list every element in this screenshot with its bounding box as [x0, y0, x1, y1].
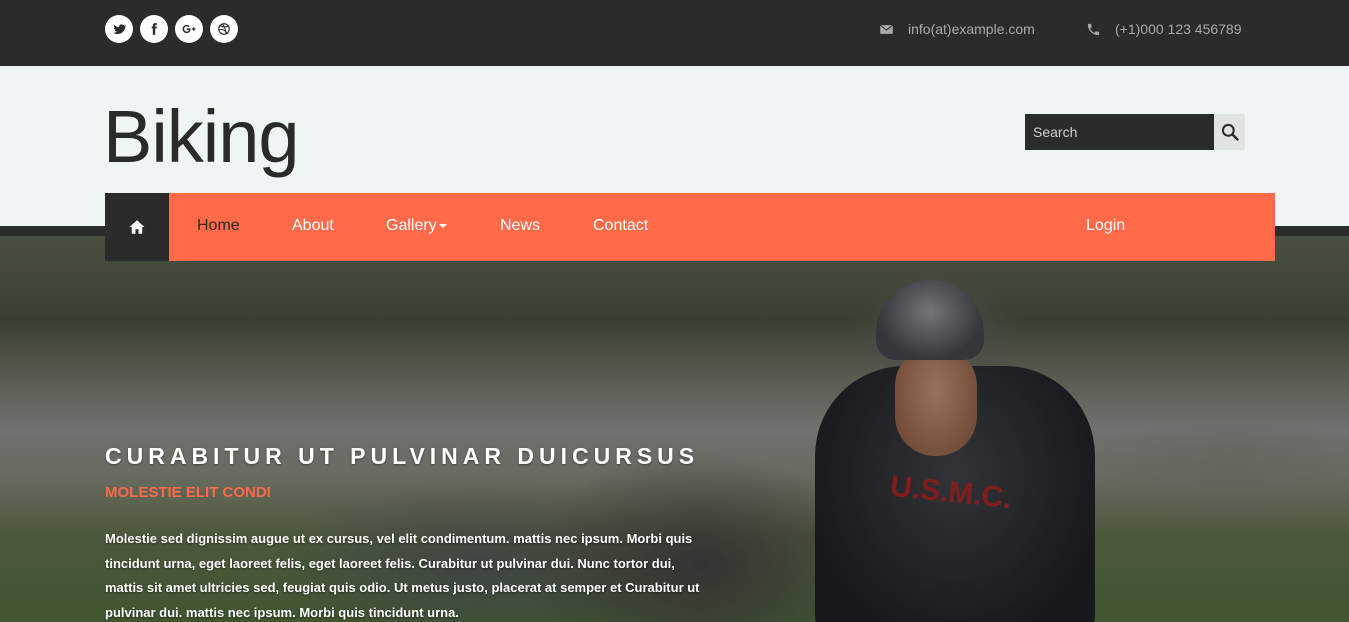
google-plus-icon [182, 24, 196, 34]
twitter-icon [113, 24, 126, 35]
main-nav: Home About Gallery News Contact Login [105, 193, 1275, 261]
caret-down-icon [438, 223, 447, 228]
nav-item-label: News [500, 217, 541, 234]
search-button[interactable] [1214, 114, 1245, 150]
home-icon [129, 220, 145, 234]
nav-item-gallery[interactable]: Gallery [386, 193, 447, 261]
home-button[interactable] [105, 193, 169, 261]
hero-content: CURABITUR UT PULVINAR DUICURSUS MOLESTIE… [105, 442, 725, 622]
nav-item-label: About [292, 217, 334, 234]
search-icon [1221, 123, 1239, 141]
login-label: Login [1086, 217, 1126, 234]
nav-item-news[interactable]: News [500, 193, 540, 261]
nav-item-home[interactable]: Home [197, 193, 240, 261]
nav-item-about[interactable]: About [292, 193, 334, 261]
contact-phone: (+1)000 123 456789 [1086, 21, 1242, 37]
dribbble-icon [218, 23, 230, 35]
search-input[interactable] [1025, 114, 1214, 150]
hero-text: Molestie sed dignissim augue ut ex cursu… [105, 531, 700, 620]
site-logo[interactable]: Biking [103, 94, 300, 180]
hero-image-helmet [876, 280, 984, 360]
email-text: info(at)example.com [908, 21, 1035, 37]
dribbble-button[interactable] [210, 15, 238, 43]
google-plus-button[interactable] [175, 15, 203, 43]
envelope-icon [879, 24, 894, 34]
twitter-button[interactable] [105, 15, 133, 43]
nav-item-label: Gallery [386, 217, 437, 234]
login-link[interactable]: Login [1086, 193, 1125, 261]
hero-banner: U.S.M.C. CURABITUR UT PULVINAR DUICURSUS… [0, 236, 1349, 622]
phone-icon [1087, 23, 1100, 35]
facebook-button[interactable] [140, 15, 168, 43]
social-links [105, 15, 238, 43]
hero-title: CURABITUR UT PULVINAR DUICURSUS [105, 443, 700, 469]
phone-text: (+1)000 123 456789 [1115, 21, 1242, 37]
top-bar: info(at)example.com (+1)000 123 456789 [0, 0, 1349, 66]
facebook-icon [151, 23, 157, 35]
contact-email: info(at)example.com [879, 21, 1035, 37]
nav-item-label: Home [197, 217, 240, 234]
hero-image-face [895, 346, 977, 456]
hero-image-rider [815, 366, 1095, 622]
nav-item-label: Contact [593, 217, 649, 234]
jersey-lettering: U.S.M.C. [888, 469, 1014, 516]
hero-subtitle: MOLESTIE ELIT CONDI [105, 484, 271, 501]
nav-item-contact[interactable]: Contact [593, 193, 648, 261]
